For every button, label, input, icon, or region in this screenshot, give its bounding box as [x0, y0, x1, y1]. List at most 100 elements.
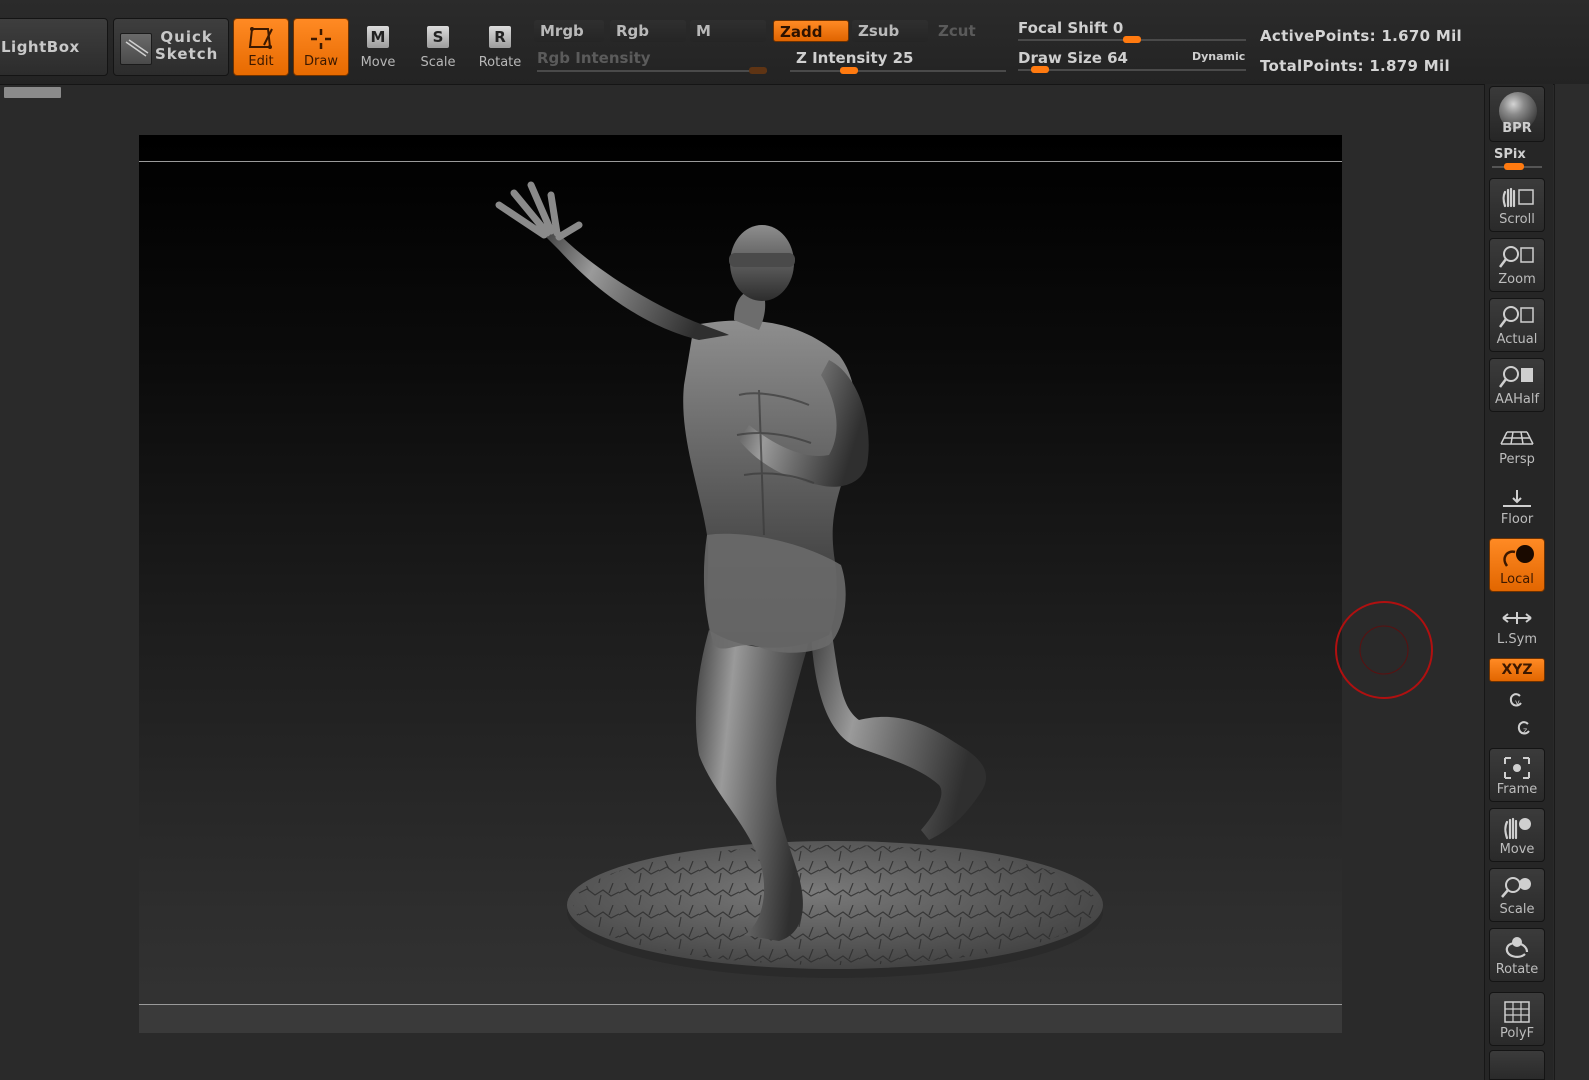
tray-next-button[interactable]: [1489, 1050, 1545, 1080]
raised-hand: [495, 181, 583, 241]
rotate-icon: [1505, 937, 1529, 958]
tab-strip-handle[interactable]: [4, 87, 61, 98]
magnifier-aahalf-icon: [1499, 366, 1533, 388]
quick-sketch-icon: [120, 33, 152, 65]
draw-button[interactable]: Draw: [293, 18, 349, 76]
scale-icon: S: [417, 26, 449, 48]
floor-button[interactable]: Floor: [1489, 478, 1545, 532]
scale-button[interactable]: S Scale: [410, 18, 466, 76]
hand-icon: [1502, 187, 1534, 208]
zcut-button[interactable]: Zcut: [932, 20, 1004, 42]
local-label: Local: [1500, 572, 1534, 587]
bpr-label: BPR: [1502, 121, 1532, 136]
draw-size-label: Draw Size 64: [1018, 49, 1128, 67]
aahalf-button[interactable]: AAHalf: [1489, 358, 1545, 412]
draw-crosshair-icon: [311, 29, 331, 49]
polyf-label: PolyF: [1499, 1026, 1535, 1041]
quick-sketch-label: Quick Sketch: [155, 28, 219, 63]
focal-shift-knob[interactable]: [1123, 36, 1141, 43]
rotate-view-button[interactable]: Rotate: [1489, 928, 1545, 982]
spix-knob[interactable]: [1504, 163, 1524, 170]
persp-button[interactable]: Persp: [1489, 418, 1545, 472]
back-leg: [811, 615, 987, 840]
edit-icon: [248, 27, 273, 49]
z-intensity-knob[interactable]: [839, 67, 858, 74]
z-intensity-slider[interactable]: [790, 67, 1006, 74]
blindfold: [729, 253, 795, 267]
move-view-label: Move: [1499, 842, 1535, 857]
edit-label: Edit: [248, 54, 274, 69]
spix-slider[interactable]: [1492, 163, 1542, 170]
mrgb-button[interactable]: Mrgb: [534, 20, 604, 42]
zsub-button[interactable]: Zsub: [852, 20, 928, 42]
quick-sketch-button[interactable]: Quick Sketch: [113, 18, 229, 76]
magnifier-icon: [1499, 246, 1534, 268]
aahalf-label: AAHalf: [1494, 392, 1540, 407]
svg-text:z: z: [1523, 726, 1527, 735]
right-tray-edge: [1554, 84, 1589, 1080]
move-button[interactable]: M Move: [350, 18, 406, 76]
total-points: TotalPoints: 1.879 Mil: [1260, 57, 1450, 75]
z-axis-rotate-icon[interactable]: z: [1514, 718, 1534, 738]
floor-label: Floor: [1500, 512, 1534, 527]
dynamic-toggle[interactable]: Dynamic: [1192, 50, 1245, 63]
m-button[interactable]: M: [690, 20, 766, 42]
floor-icon: [1503, 490, 1531, 507]
brush-cursor: [1335, 601, 1433, 699]
y-axis-rotate-icon[interactable]: y: [1506, 690, 1526, 710]
draw-size-slider[interactable]: [1018, 66, 1246, 73]
frame-button[interactable]: Frame: [1489, 748, 1545, 802]
local-pivot-icon: [1503, 545, 1534, 567]
lsym-button[interactable]: L.Sym: [1489, 598, 1545, 652]
hand-move-icon: [1504, 817, 1531, 840]
active-points: ActivePoints: 1.670 Mil: [1260, 27, 1462, 45]
rotate-icon: R: [479, 26, 511, 48]
move-view-button[interactable]: Move: [1489, 808, 1545, 862]
move-icon: M: [357, 26, 389, 48]
scroll-button[interactable]: Scroll: [1489, 178, 1545, 232]
frame-icon: [1504, 757, 1530, 779]
rgb-intensity-knob[interactable]: [749, 67, 767, 74]
scroll-label: Scroll: [1499, 212, 1535, 227]
magnifier-scale-icon: [1501, 877, 1531, 898]
lightbox-button[interactable]: LightBox: [0, 18, 108, 76]
focal-shift-slider[interactable]: [1018, 36, 1246, 43]
rotate-label: Rotate: [478, 55, 522, 70]
persp-label: Persp: [1499, 452, 1535, 467]
scale-view-label: Scale: [1499, 902, 1535, 917]
rotate-view-label: Rotate: [1495, 962, 1539, 977]
symmetry-arrows-icon: [1502, 612, 1532, 624]
move-label: Move: [360, 55, 396, 70]
svg-text:y: y: [1515, 698, 1520, 707]
scale-view-button[interactable]: Scale: [1489, 868, 1545, 922]
draw-size-knob[interactable]: [1031, 66, 1050, 73]
base-texture: [573, 845, 1097, 965]
focal-shift-label: Focal Shift 0: [1018, 19, 1124, 37]
lightbox-label: LightBox: [1, 38, 80, 56]
spix-label: SPix: [1494, 147, 1526, 162]
rgb-intensity-label: Rgb Intensity: [537, 49, 651, 67]
actual-label: Actual: [1496, 332, 1538, 347]
document-canvas[interactable]: [139, 135, 1342, 1033]
polyf-button[interactable]: PolyF: [1489, 992, 1545, 1046]
raised-arm: [542, 226, 729, 340]
frame-label: Frame: [1496, 782, 1538, 797]
grid-icon: [1504, 1001, 1530, 1023]
points-readout: ActivePoints: 1.670 Mil TotalPoints: 1.8…: [1260, 21, 1462, 81]
lsym-label: L.Sym: [1497, 632, 1537, 647]
zoom-label: Zoom: [1498, 272, 1536, 287]
xyz-rotate-button[interactable]: XYZ: [1489, 658, 1545, 682]
zoom-button[interactable]: Zoom: [1489, 238, 1545, 292]
actual-button[interactable]: Actual: [1489, 298, 1545, 352]
zadd-button[interactable]: Zadd: [773, 20, 849, 42]
perspective-grid-icon: [1500, 431, 1534, 445]
edit-button[interactable]: Edit: [233, 18, 289, 76]
bpr-render-button[interactable]: BPR: [1489, 86, 1545, 142]
local-button[interactable]: Local: [1489, 538, 1545, 592]
magnifier-actual-icon: [1499, 306, 1534, 328]
rgb-intensity-slider[interactable]: [537, 67, 767, 74]
rotate-button[interactable]: R Rotate: [472, 18, 528, 76]
rgb-button[interactable]: Rgb: [610, 20, 686, 42]
sculpted-figure-model[interactable]: [139, 135, 1342, 1033]
draw-label: Draw: [304, 54, 338, 69]
